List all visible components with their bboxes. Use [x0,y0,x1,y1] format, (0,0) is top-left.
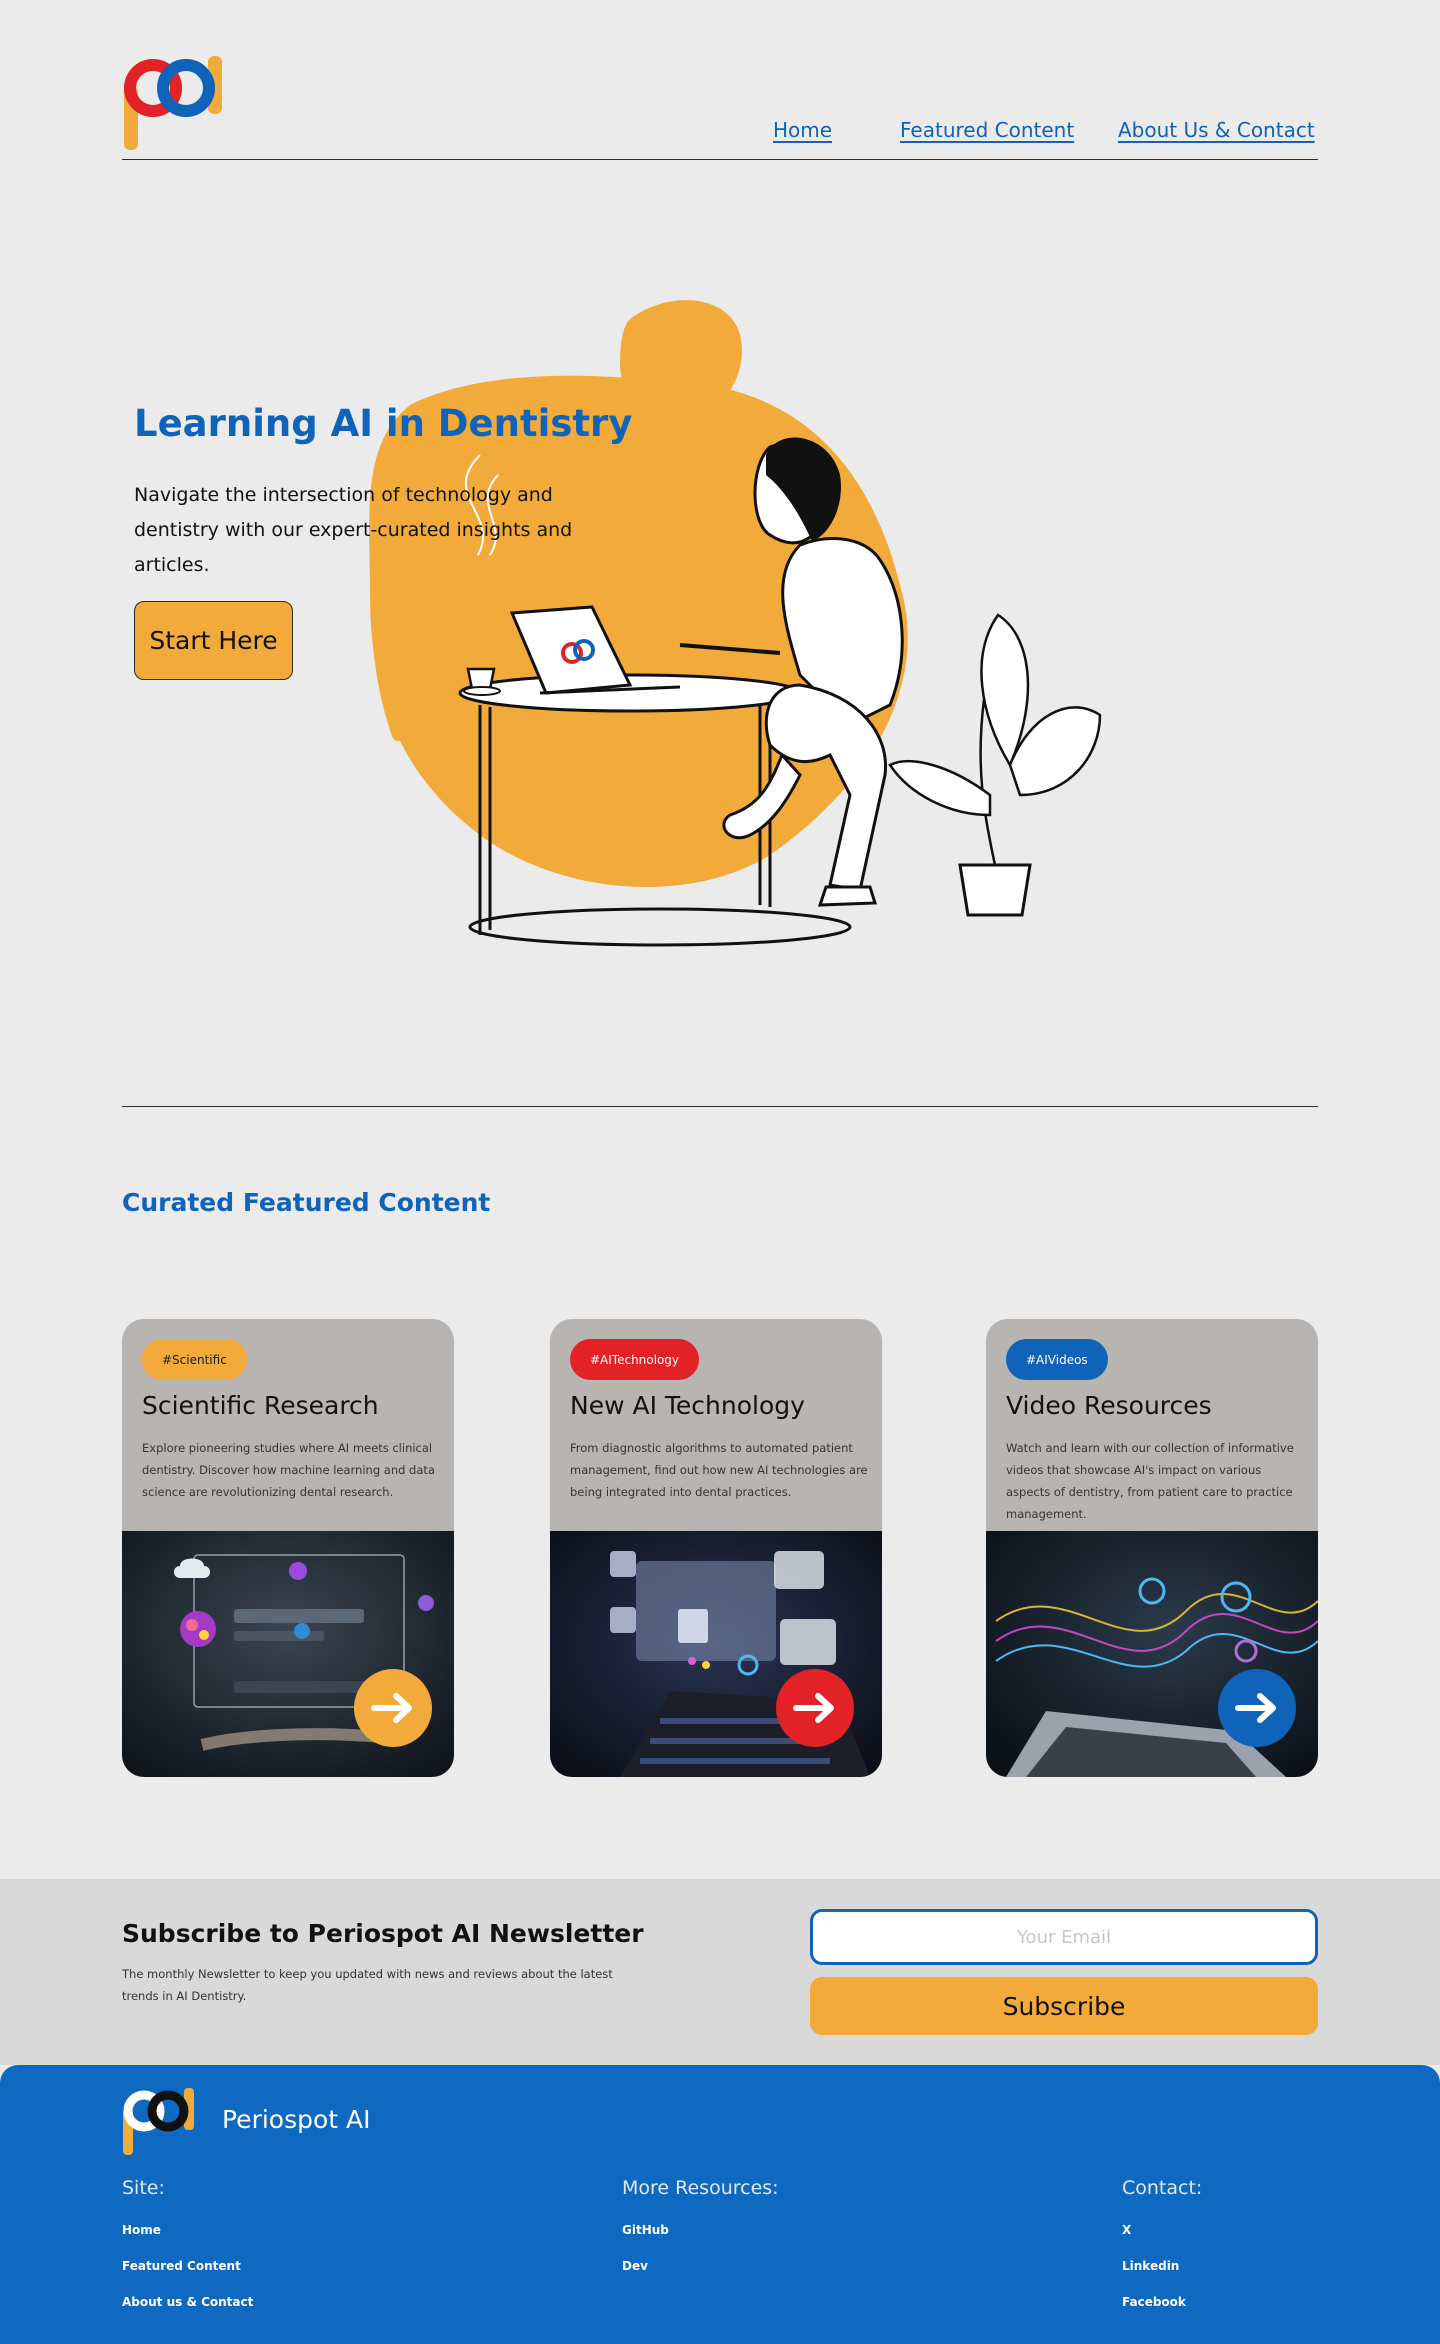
card-title: New AI Technology [570,1391,805,1420]
footer-link-facebook[interactable]: Facebook [1122,2295,1186,2309]
footer-site-title: Site: [122,2177,165,2199]
newsletter-description: The monthly Newsletter to keep you updat… [122,1967,613,2003]
start-here-button[interactable]: Start Here [134,601,293,680]
card-tag[interactable]: #Scientific [142,1339,247,1380]
arrow-right-icon [354,1669,432,1747]
periospot-logo-icon[interactable] [122,2087,196,2155]
card-arrow-button[interactable] [354,1669,432,1747]
card-arrow-button[interactable] [1218,1669,1296,1747]
card-tag[interactable]: #AITechnology [570,1339,700,1380]
footer-link-home[interactable]: Home [122,2223,161,2237]
hero-illustration [369,300,1102,947]
arrow-right-icon [1218,1669,1296,1747]
footer-link-x[interactable]: X [1122,2223,1131,2237]
periospot-logo-icon[interactable] [122,54,224,150]
section-divider [122,1106,1318,1107]
card-title: Video Resources [1006,1391,1212,1420]
subscribe-button[interactable]: Subscribe [810,1977,1318,2035]
footer-link-dev[interactable]: Dev [622,2259,648,2273]
footer-link-linkedin[interactable]: Linkedin [1122,2259,1179,2273]
card-description: From diagnostic algorithms to automated … [570,1441,868,1499]
nav-featured-content[interactable]: Featured Content [900,118,1074,142]
email-input[interactable] [810,1909,1318,1965]
hero-title: Learning AI in Dentistry [134,402,633,445]
hero-description: Navigate the intersection of technology … [134,484,573,576]
card-image-ai-technology [550,1531,882,1777]
card-video-resources[interactable]: #AIVideos Video Resources Watch and lear… [986,1319,1318,1777]
footer: Periospot AI Site: Home Featured Content… [0,2065,1440,2344]
footer-link-github[interactable]: GitHub [622,2223,669,2237]
card-scientific-research[interactable]: #Scientific Scientific Research Explore … [122,1319,454,1777]
footer-resources-title: More Resources: [622,2177,779,2199]
nav-about-contact[interactable]: About Us & Contact [1118,118,1315,142]
footer-brand: Periospot AI [222,2105,371,2134]
card-tag[interactable]: #AIVideos [1006,1339,1108,1380]
card-description: Explore pioneering studies where AI meet… [142,1441,435,1499]
card-image-scientific [122,1531,454,1777]
card-image-video-resources [986,1531,1318,1777]
featured-section-title: Curated Featured Content [122,1188,491,1217]
newsletter-section: Subscribe to Periospot AI Newsletter The… [0,1879,1440,2065]
arrow-right-icon [776,1669,854,1747]
card-arrow-button[interactable] [776,1669,854,1747]
footer-contact-title: Contact: [1122,2177,1203,2199]
card-title: Scientific Research [142,1391,379,1420]
header-divider [122,159,1318,160]
nav-home[interactable]: Home [773,118,832,142]
footer-link-about-contact[interactable]: About us & Contact [122,2295,253,2309]
card-description: Watch and learn with our collection of i… [1006,1441,1294,1521]
newsletter-title: Subscribe to Periospot AI Newsletter [122,1919,644,1948]
footer-link-featured-content[interactable]: Featured Content [122,2259,241,2273]
card-new-ai-technology[interactable]: #AITechnology New AI Technology From dia… [550,1319,882,1777]
